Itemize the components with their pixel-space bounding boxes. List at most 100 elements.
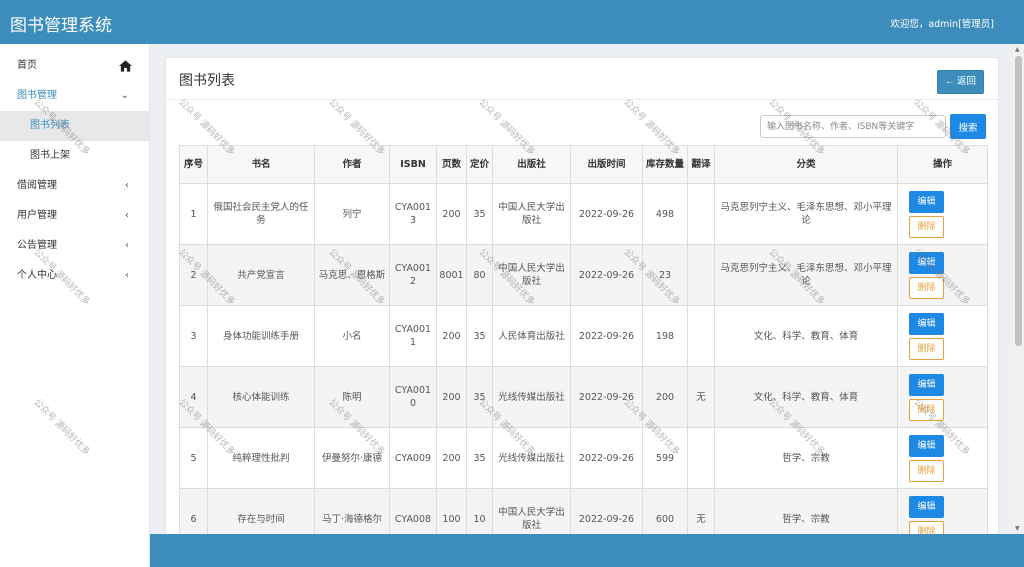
cell-publish-date: 2022-09-26 (570, 244, 643, 306)
scroll-thumb[interactable] (1015, 56, 1022, 346)
cell-isbn: CYA009 (389, 427, 437, 489)
book-list-panel: 图书列表 ← 返回 搜索 序号 书名 作者 ISBN 页数 定价 出版社 出版时… (165, 57, 999, 547)
scroll-down-arrow-icon[interactable]: ▼ (1015, 525, 1020, 532)
cell-stock: 23 (642, 244, 688, 306)
cell-author: 列宁 (314, 183, 390, 245)
edit-button[interactable]: 编辑 (909, 373, 944, 396)
sidebar-item-personal-center[interactable]: 个人中心 ‹ (0, 261, 149, 291)
sidebar-item-book-shelve[interactable]: 图书上架 (0, 141, 149, 171)
user-welcome[interactable]: 欢迎您，admin[管理员] (890, 16, 994, 30)
cell-price: 35 (466, 427, 493, 489)
column-header-publisher: 出版社 (492, 145, 571, 184)
cell-title: 共产党宣言 (207, 244, 315, 306)
cell-publisher: 中国人民大学出版社 (492, 244, 571, 306)
cell-pages: 200 (436, 366, 467, 428)
cell-isbn: CYA0012 (389, 244, 437, 306)
cell-pages: 8001 (436, 244, 467, 306)
cell-author: 伊曼努尔·康德 (314, 427, 390, 489)
page-scrollbar[interactable]: ▲ ▼ (1013, 44, 1024, 534)
book-table: 序号 书名 作者 ISBN 页数 定价 出版社 出版时间 库存数量 翻译 分类 … (179, 145, 988, 546)
app-title: 图书管理系统 (10, 16, 112, 36)
cell-title: 纯粹理性批判 (207, 427, 315, 489)
page-title: 图书列表 (179, 73, 235, 89)
cell-price: 35 (466, 366, 493, 428)
delete-button[interactable]: 删除 (909, 276, 944, 299)
table-row: 3 身体功能训练手册 小名 CYA0011 200 35 人民体育出版社 2022-09-26… (179, 305, 988, 367)
cell-title: 核心体能训练 (207, 366, 315, 428)
cell-no: 2 (179, 244, 208, 306)
cell-actions: 编辑 删除 (897, 305, 988, 367)
edit-button[interactable]: 编辑 (909, 434, 944, 457)
delete-button[interactable]: 删除 (909, 459, 944, 482)
column-header-no: 序号 (179, 145, 208, 184)
sidebar-item-label: 图书管理 (17, 90, 57, 101)
cell-stock: 198 (642, 305, 688, 367)
cell-author: 小名 (314, 305, 390, 367)
edit-button[interactable]: 编辑 (909, 495, 944, 518)
search-button[interactable]: 搜索 (950, 114, 986, 139)
column-header-publish-date: 出版时间 (570, 145, 643, 184)
sidebar-item-label: 用户管理 (17, 210, 57, 221)
delete-button[interactable]: 删除 (909, 398, 944, 421)
cell-pages: 200 (436, 305, 467, 367)
chevron-down-icon: ⌄ (120, 90, 129, 101)
sidebar-item-label: 图书上架 (30, 150, 70, 161)
cell-price: 35 (466, 305, 493, 367)
sidebar-item-label: 公告管理 (17, 240, 57, 251)
sidebar-item-label: 图书列表 (30, 120, 70, 131)
chevron-left-icon: ‹ (125, 180, 129, 191)
cell-author: 马克思、恩格斯 (314, 244, 390, 306)
scroll-up-arrow-icon[interactable]: ▲ (1015, 46, 1020, 53)
column-header-stock: 库存数量 (642, 145, 688, 184)
column-header-actions: 操作 (897, 145, 988, 184)
sidebar: 首页 图书管理 ⌄ 图书列表 图书上架 借阅管理 ‹ 用户管理 ‹ 公告管理 ‹… (0, 44, 150, 567)
cell-title: 身体功能训练手册 (207, 305, 315, 367)
cell-price: 80 (466, 244, 493, 306)
cell-stock: 599 (642, 427, 688, 489)
cell-publisher: 光线传媒出版社 (492, 427, 571, 489)
sidebar-item-home[interactable]: 首页 (0, 51, 149, 81)
sidebar-item-label: 个人中心 (17, 270, 57, 281)
cell-actions: 编辑 删除 (897, 244, 988, 306)
column-header-translated: 翻译 (687, 145, 715, 184)
edit-button[interactable]: 编辑 (909, 190, 944, 213)
cell-stock: 200 (642, 366, 688, 428)
cell-category: 马克思列宁主义、毛泽东思想、邓小平理论 (714, 183, 898, 245)
cell-no: 4 (179, 366, 208, 428)
cell-pages: 200 (436, 183, 467, 245)
column-header-category: 分类 (714, 145, 898, 184)
cell-actions: 编辑 删除 (897, 427, 988, 489)
sidebar-item-notice-management[interactable]: 公告管理 ‹ (0, 231, 149, 261)
back-button[interactable]: ← 返回 (937, 70, 984, 94)
sidebar-item-borrow-management[interactable]: 借阅管理 ‹ (0, 171, 149, 201)
delete-button[interactable]: 删除 (909, 337, 944, 360)
cell-actions: 编辑 删除 (897, 183, 988, 245)
table-row: 5 纯粹理性批判 伊曼努尔·康德 CYA009 200 35 光线传媒出版社 2022-09-… (179, 427, 988, 489)
table-row: 1 俄国社会民主党人的任务 列宁 CYA0013 200 35 中国人民大学出版社 2022-… (179, 183, 988, 245)
column-header-price: 定价 (466, 145, 493, 184)
edit-button[interactable]: 编辑 (909, 312, 944, 335)
search-input[interactable] (760, 115, 946, 138)
book-table-wrapper: 序号 书名 作者 ISBN 页数 定价 出版社 出版时间 库存数量 翻译 分类 … (179, 145, 988, 546)
cell-translated (687, 305, 715, 367)
column-header-isbn: ISBN (389, 145, 437, 184)
footer-bar (150, 534, 1024, 567)
delete-button[interactable]: 删除 (909, 215, 944, 238)
sidebar-item-book-list[interactable]: 图书列表 (0, 111, 149, 141)
chevron-left-icon: ‹ (125, 270, 129, 281)
cell-author: 陈明 (314, 366, 390, 428)
cell-publisher: 中国人民大学出版社 (492, 183, 571, 245)
cell-category: 马克思列宁主义、毛泽东思想、邓小平理论 (714, 244, 898, 306)
cell-actions: 编辑 删除 (897, 366, 988, 428)
cell-publish-date: 2022-09-26 (570, 305, 643, 367)
divider (166, 99, 998, 100)
cell-publish-date: 2022-09-26 (570, 366, 643, 428)
cell-translated (687, 183, 715, 245)
sidebar-item-label: 首页 (17, 60, 37, 71)
sidebar-item-user-management[interactable]: 用户管理 ‹ (0, 201, 149, 231)
chevron-left-icon: ‹ (125, 210, 129, 221)
cell-translated (687, 244, 715, 306)
edit-button[interactable]: 编辑 (909, 251, 944, 274)
cell-translated: 无 (687, 366, 715, 428)
sidebar-item-book-management[interactable]: 图书管理 ⌄ (0, 81, 149, 111)
